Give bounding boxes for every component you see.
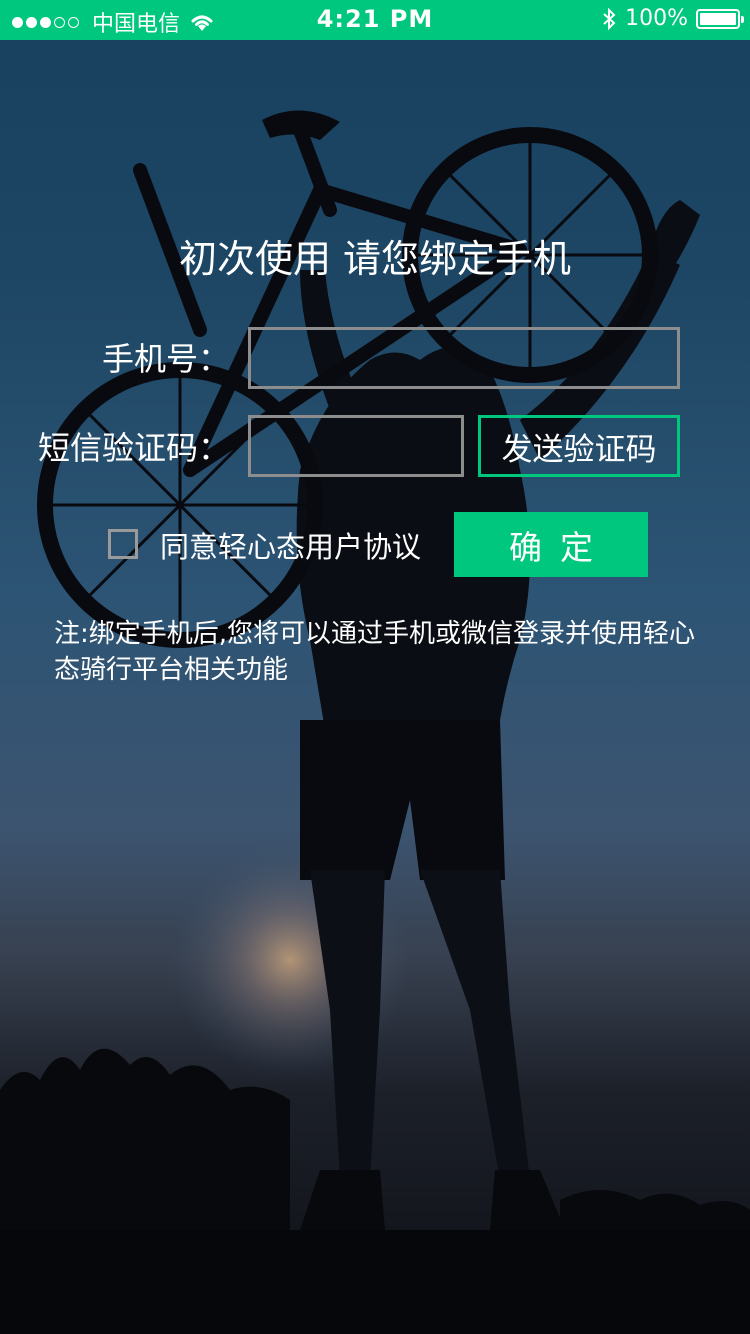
agree-checkbox[interactable]	[108, 529, 138, 559]
status-bar-right: 100%	[601, 6, 744, 31]
binding-note: 注:绑定手机后,您将可以通过手机或微信登录并使用轻心态骑行平台相关功能	[54, 619, 696, 685]
phone-label: 手机号：	[101, 340, 230, 378]
battery-level-fill	[700, 12, 736, 25]
bluetooth-icon	[603, 7, 616, 30]
sms-code-input[interactable]	[248, 415, 464, 477]
agree-terms-label[interactable]: 同意轻心态用户协议	[160, 524, 421, 566]
battery-icon	[696, 8, 744, 29]
page-title: 初次使用 请您绑定手机	[178, 237, 572, 281]
battery-percent: 100%	[625, 6, 688, 31]
sms-code-label: 短信验证码：	[37, 429, 230, 467]
phone-input[interactable]	[248, 327, 680, 389]
status-bar: 中国电信 4:21 PM 100%	[0, 0, 750, 40]
confirm-button[interactable]: 确定	[454, 512, 648, 577]
send-code-button[interactable]: 发送验证码	[478, 415, 680, 477]
